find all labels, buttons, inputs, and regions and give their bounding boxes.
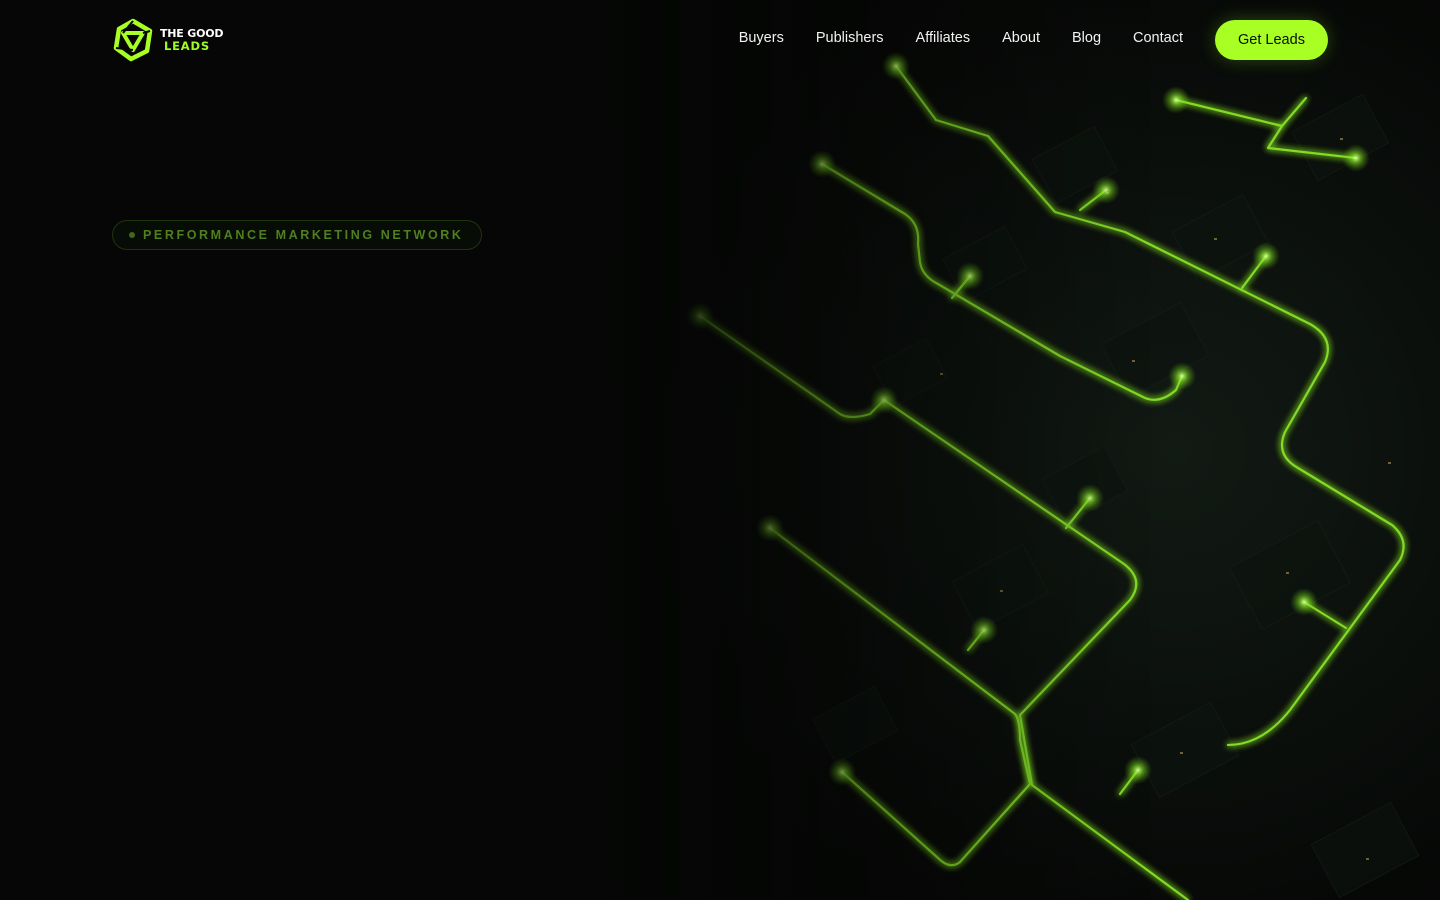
nav-contact[interactable]: Contact [1133, 30, 1183, 46]
main-nav: Buyers Publishers Affiliates About Blog … [739, 30, 1183, 46]
dot-icon [129, 232, 135, 238]
triangular-swirl-logo-icon [113, 18, 153, 62]
page: THE GOOD LEADS Buyers Publishers Affilia… [0, 0, 1440, 900]
hero-badge: PERFORMANCE MARKETING NETWORK [112, 220, 482, 250]
hero-network-map [560, 0, 1440, 900]
brand-wordmark: THE GOOD LEADS [160, 28, 224, 53]
nav-about[interactable]: About [1002, 30, 1040, 46]
nav-publishers[interactable]: Publishers [816, 30, 884, 46]
nav-blog[interactable]: Blog [1072, 30, 1101, 46]
nav-affiliates[interactable]: Affiliates [916, 30, 971, 46]
badge-label: PERFORMANCE MARKETING NETWORK [143, 228, 464, 242]
brand-line-2: LEADS [164, 39, 210, 53]
brand-logo[interactable]: THE GOOD LEADS [112, 18, 224, 62]
site-header: THE GOOD LEADS Buyers Publishers Affilia… [0, 0, 1440, 80]
get-leads-button[interactable]: Get Leads [1215, 20, 1328, 60]
nav-buyers[interactable]: Buyers [739, 30, 784, 46]
